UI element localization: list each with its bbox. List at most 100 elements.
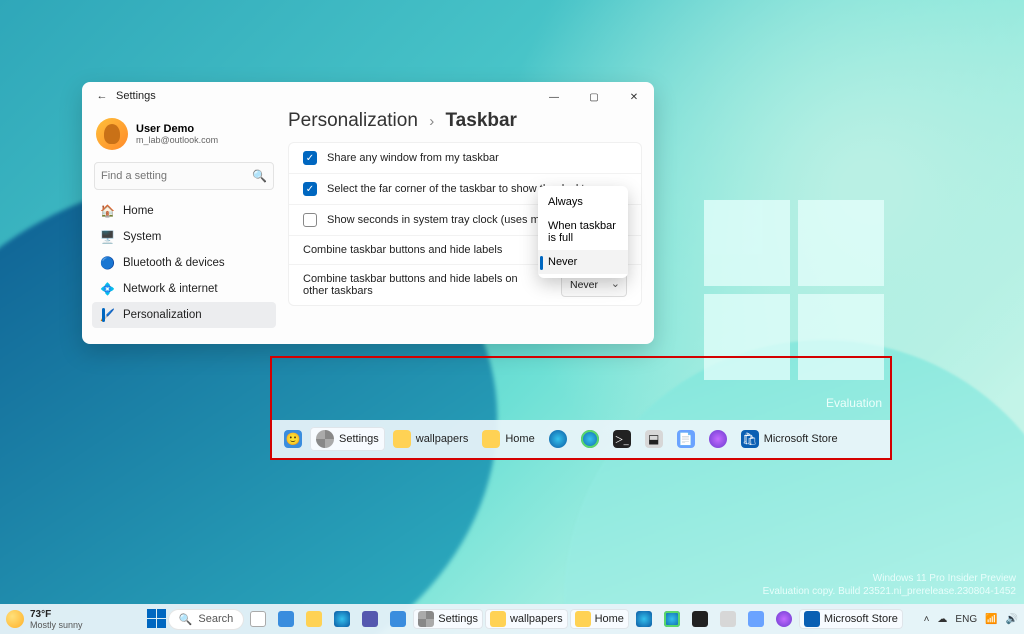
edge-icon [549, 430, 567, 448]
dropdown-option-whenfull[interactable]: When taskbar is full [538, 214, 628, 250]
tb-store[interactable]: Microsoft Store [799, 609, 903, 629]
devhome-icon [720, 611, 736, 627]
gear-icon [316, 430, 334, 448]
checkbox-corner[interactable]: ✓ [303, 182, 317, 196]
tb-wallpapers[interactable]: wallpapers [485, 609, 568, 629]
tb-edge-canary[interactable] [659, 609, 685, 629]
preview-edge[interactable] [543, 427, 573, 451]
notepad-icon: 📄 [677, 430, 695, 448]
system-tray[interactable]: ˄ ☁ ENG 📶 🔊 [924, 614, 1018, 625]
terminal-icon [692, 611, 708, 627]
store-icon: 🛍 [741, 430, 759, 448]
nav-system[interactable]: 🖥️System [92, 224, 276, 250]
preview-home[interactable]: Home [476, 427, 540, 451]
tb-edge2[interactable] [631, 609, 657, 629]
preview-clipchamp[interactable] [703, 427, 733, 451]
tb-notepad[interactable] [743, 609, 769, 629]
nav-bluetooth[interactable]: 🔵Bluetooth & devices [92, 250, 276, 276]
notepad-icon [748, 611, 764, 627]
clipchamp-icon [776, 611, 792, 627]
annotation-box: Evaluation 🙂 Settings wallpapers Home ＞_… [270, 356, 892, 460]
devhome-icon: ⬓ [645, 430, 663, 448]
gear-icon [418, 611, 434, 627]
preview-terminal[interactable]: ＞_ [607, 427, 637, 451]
tb-teams[interactable] [357, 609, 383, 629]
lang-indicator[interactable]: ENG [955, 614, 977, 625]
brush-icon: 🖌️ [100, 308, 115, 322]
store-icon [804, 611, 820, 627]
network-icon: 💠 [100, 282, 115, 296]
home-icon: 🏠 [100, 204, 115, 218]
user-name: User Demo [136, 123, 218, 135]
system-icon: 🖥️ [100, 230, 115, 244]
preview-copilot[interactable]: 🙂 [278, 427, 308, 451]
minimize-button[interactable]: ― [534, 82, 574, 112]
preview-settings[interactable]: Settings [310, 427, 385, 451]
checkbox-seconds[interactable] [303, 213, 317, 227]
back-button[interactable]: ← [92, 90, 112, 102]
preview-store[interactable]: 🛍Microsoft Store [735, 427, 844, 451]
copilot-icon [390, 611, 406, 627]
tb-clipchamp[interactable] [771, 609, 797, 629]
tb-copilot[interactable] [273, 609, 299, 629]
taskview-icon [250, 611, 266, 627]
taskbar-search[interactable]: 🔍Search [169, 610, 244, 629]
breadcrumb: Personalization › Taskbar [288, 110, 642, 132]
folder-icon [575, 611, 591, 627]
preview-devhome[interactable]: ⬓ [639, 427, 669, 451]
tb-home[interactable]: Home [570, 609, 629, 629]
user-email: m_lab@outlook.com [136, 135, 218, 145]
windows-logo-icon [704, 200, 884, 380]
nav-personalization[interactable]: 🖌️Personalization [92, 302, 276, 328]
edge-icon [636, 611, 652, 627]
dropdown-option-always[interactable]: Always [538, 190, 628, 214]
volume-icon[interactable]: 🔊 [1006, 614, 1018, 625]
copilot-icon [278, 611, 294, 627]
edge-canary-icon [664, 611, 680, 627]
preview-wallpapers[interactable]: wallpapers [387, 427, 475, 451]
search-icon: 🔍 [179, 613, 193, 626]
folder-icon [482, 430, 500, 448]
search-input[interactable] [101, 170, 252, 182]
start-button[interactable] [147, 609, 167, 629]
onedrive-icon[interactable]: ☁ [937, 614, 947, 625]
breadcrumb-current: Taskbar [445, 110, 516, 131]
clipchamp-icon [709, 430, 727, 448]
nav-network[interactable]: 💠Network & internet [92, 276, 276, 302]
checkbox-share[interactable]: ✓ [303, 151, 317, 165]
task-view-button[interactable] [245, 609, 271, 629]
tb-explorer[interactable] [301, 609, 327, 629]
tb-copilot2[interactable] [385, 609, 411, 629]
edge-canary-icon [581, 430, 599, 448]
taskbar: 73°F Mostly sunny 🔍Search Settings wallp… [0, 604, 1024, 634]
build-watermark: Windows 11 Pro Insider Preview Evaluatio… [763, 572, 1016, 598]
search-icon: 🔍 [252, 169, 267, 183]
terminal-icon: ＞_ [613, 430, 631, 448]
row-share-window[interactable]: ✓ Share any window from my taskbar [289, 143, 641, 174]
close-button[interactable]: ✕ [614, 82, 654, 112]
taskbar-preview: 🙂 Settings wallpapers Home ＞_ ⬓ 📄 🛍Micro… [272, 420, 890, 458]
maximize-button[interactable]: ▢ [574, 82, 614, 112]
evaluation-caption: Evaluation [826, 396, 882, 410]
preview-edge-canary[interactable] [575, 427, 605, 451]
tb-settings[interactable]: Settings [413, 609, 483, 629]
breadcrumb-parent[interactable]: Personalization [288, 110, 418, 131]
edge-icon [334, 611, 350, 627]
wifi-icon[interactable]: 📶 [985, 614, 997, 625]
chevron-up-icon[interactable]: ˄ [924, 614, 930, 625]
dropdown-option-never[interactable]: Never [538, 250, 628, 274]
settings-search[interactable]: 🔍 [94, 162, 274, 190]
teams-icon [362, 611, 378, 627]
tb-edge[interactable] [329, 609, 355, 629]
weather-icon [6, 610, 24, 628]
account-row[interactable]: User Demo m_lab@outlook.com [92, 114, 276, 160]
bluetooth-icon: 🔵 [100, 256, 115, 270]
folder-icon [393, 430, 411, 448]
tb-devhome[interactable] [715, 609, 741, 629]
tb-terminal[interactable] [687, 609, 713, 629]
weather-widget[interactable]: 73°F Mostly sunny [30, 609, 83, 630]
nav-home[interactable]: 🏠Home [92, 198, 276, 224]
app-title: Settings [116, 90, 156, 102]
preview-notepad[interactable]: 📄 [671, 427, 701, 451]
combine-dropdown-menu: Always When taskbar is full Never [538, 186, 628, 278]
